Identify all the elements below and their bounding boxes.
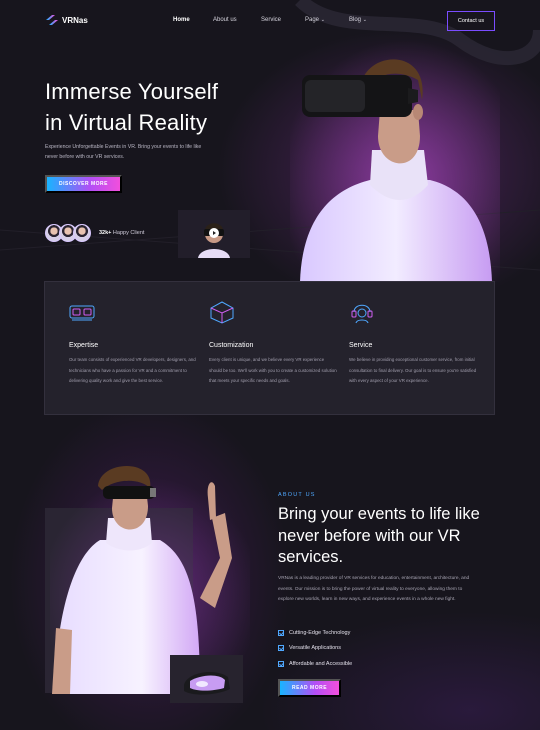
feature-text: Every client is unique, and we believe e… — [209, 357, 337, 383]
feature-title: Customization — [209, 342, 254, 349]
hero-vr-person-image — [290, 40, 500, 282]
play-icon[interactable] — [209, 228, 219, 238]
clients-count: 32k+ — [99, 230, 112, 236]
contact-us-button[interactable]: Contact us — [447, 11, 495, 31]
vr-headset-thumbnail — [170, 655, 243, 703]
nav-about-us[interactable]: About us — [213, 17, 237, 23]
logo[interactable]: VRNas — [45, 14, 88, 26]
nav-page-label: Page — [305, 17, 320, 23]
check-label: Versatile Applications — [289, 645, 341, 652]
hero-title: Immerse Yourself in Virtual Reality — [45, 76, 218, 138]
cube-icon — [210, 301, 234, 324]
check-label: Affordable and Accessible — [289, 660, 353, 667]
check-label: Cutting-Edge Technology — [289, 629, 351, 636]
list-item: Versatile Applications — [278, 641, 352, 657]
about-checklist: Cutting-Edge Technology Versatile Applic… — [278, 625, 352, 672]
vr-headset-thumbnail-image — [184, 671, 230, 695]
features-panel: Expertise Our team consists of experienc… — [44, 281, 495, 415]
nav-blog[interactable]: Blog ⌄ — [349, 17, 367, 23]
check-icon — [278, 645, 284, 652]
feature-text: Our team consists of experienced VR deve… — [69, 357, 196, 383]
check-icon — [278, 660, 284, 667]
nav-page[interactable]: Page ⌄ — [305, 17, 325, 23]
read-more-button[interactable]: READ MORE — [278, 679, 341, 697]
chevron-down-icon: ⌄ — [320, 17, 325, 23]
support-person-icon — [351, 304, 373, 324]
hero-title-line-2: in Virtual Reality — [45, 110, 208, 135]
nav-service[interactable]: Service — [261, 17, 281, 23]
nav-home[interactable]: Home — [173, 17, 190, 23]
feature-title: Expertise — [69, 342, 99, 349]
hero-subtitle: Experience Unforgettable Events in VR. B… — [45, 144, 202, 160]
discover-more-button[interactable]: DISCOVER MORE — [45, 175, 122, 193]
nav-blog-label: Blog — [349, 17, 362, 23]
feature-title: Service — [349, 342, 373, 349]
happy-clients: 32k+ Happy Client — [99, 230, 144, 236]
check-icon — [278, 629, 284, 636]
logo-icon — [46, 15, 58, 25]
about-title: Bring your events to life like never bef… — [278, 505, 480, 566]
list-item: Affordable and Accessible — [278, 656, 352, 672]
about-text: VRNas is a leading provider of VR servic… — [278, 576, 470, 602]
logo-text: VRNas — [62, 15, 88, 25]
page: VRNas Home About us Service Page ⌄ Blog … — [0, 0, 540, 730]
client-avatars — [45, 224, 91, 242]
about-tag: ABOUT US — [278, 492, 316, 498]
hero-title-line-1: Immerse Yourself — [45, 79, 219, 104]
clients-label: Happy Client — [112, 230, 145, 236]
video-thumbnail[interactable] — [178, 210, 250, 258]
avatar — [73, 224, 91, 242]
list-item: Cutting-Edge Technology — [278, 625, 352, 641]
vr-headset-icon — [69, 305, 95, 321]
chevron-down-icon: ⌄ — [362, 17, 367, 23]
site-header: VRNas Home About us Service Page ⌄ Blog … — [0, 0, 540, 42]
feature-text: We believe in providing exceptional cust… — [349, 357, 477, 383]
